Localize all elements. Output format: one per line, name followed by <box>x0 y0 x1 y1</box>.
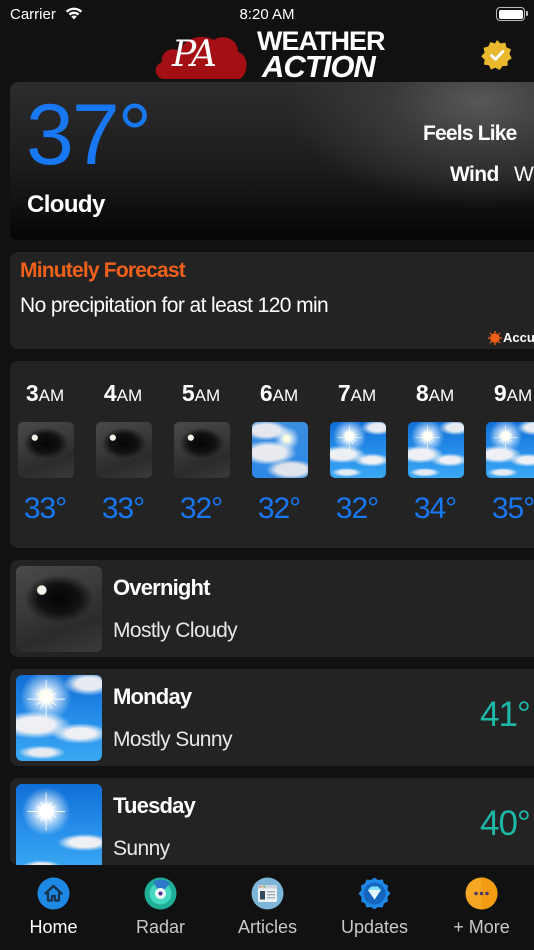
hour-ampm: AM <box>350 386 377 405</box>
logo-action-text: ACTION <box>262 49 376 84</box>
hour-ampm: AM <box>428 386 455 405</box>
accuweather-text: Accu <box>503 330 534 345</box>
daily-forecast-item[interactable]: Overnight Mostly Cloudy <box>10 560 534 657</box>
day-description: Mostly Cloudy <box>113 619 238 642</box>
minutely-message: No precipitation for at least 120 min <box>20 294 329 317</box>
hourly-item[interactable]: 9AM 35° <box>482 361 534 548</box>
tab-more[interactable]: + More <box>428 865 534 950</box>
hourly-item[interactable]: 7AM 32° <box>326 361 388 548</box>
sunny-clouds-weather-icon <box>16 675 102 761</box>
feels-like-label: Feels Like <box>423 122 517 145</box>
logo-monogram: PA <box>172 34 217 75</box>
day-description: Mostly Sunny <box>113 728 232 751</box>
articles-icon <box>251 877 284 910</box>
day-name: Tuesday <box>113 793 196 818</box>
hour-temperature: 33° <box>23 492 67 525</box>
hour-label: 6AM <box>248 380 310 407</box>
night-cloudy-weather-icon <box>16 566 102 652</box>
cloudy-sun-weather-icon <box>252 422 308 478</box>
wind-label: Wind <box>450 163 499 186</box>
day-name: Overnight <box>113 575 211 600</box>
clear-sunny-weather-icon <box>16 784 102 865</box>
hour-ampm: AM <box>506 386 533 405</box>
home-icon <box>37 877 70 910</box>
hourly-forecast-card[interactable]: 3AM 33° 4AM 33° 5AM 32° 6AM 32° 7AM 32° 8AM 34° 9AM 3… <box>10 361 534 548</box>
hourly-item[interactable]: 6AM 32° <box>248 361 310 548</box>
accuweather-sun-icon <box>488 331 502 345</box>
wind-value: W <box>514 163 534 186</box>
tab-updates[interactable]: Updates <box>321 865 428 950</box>
current-conditions-card[interactable]: 37° Cloudy Feels Like Wind W <box>10 82 534 240</box>
more-icon <box>465 877 498 910</box>
night-cloudy-weather-icon <box>18 422 74 478</box>
minutely-forecast-card[interactable]: Minutely Forecast No precipitation for a… <box>10 252 534 349</box>
minutely-title: Minutely Forecast <box>20 259 186 282</box>
hour-temperature: 35° <box>491 492 534 525</box>
tab-home-label: Home <box>29 917 78 937</box>
hour-number: 3 <box>25 380 39 406</box>
tab-home[interactable]: Home <box>0 865 107 950</box>
day-name: Monday <box>113 684 192 709</box>
hour-number: 8 <box>415 380 429 406</box>
hour-number: 6 <box>259 380 273 406</box>
hour-label: 8AM <box>404 380 466 407</box>
tab-articles[interactable]: Articles <box>214 865 321 950</box>
tab-radar[interactable]: Radar <box>107 865 214 950</box>
hour-label: 4AM <box>92 380 154 407</box>
tab-updates-label: Updates <box>340 917 409 937</box>
hour-temperature: 33° <box>101 492 145 525</box>
app-header: PA WEATHER ACTION <box>0 28 534 82</box>
sunny-clouds-weather-icon <box>486 422 534 478</box>
app-logo[interactable]: PA WEATHER ACTION <box>154 28 385 84</box>
tab-more-label: + More <box>453 917 510 937</box>
hour-ampm: AM <box>38 386 65 405</box>
day-description: Sunny <box>113 837 170 860</box>
current-condition: Cloudy <box>27 191 105 218</box>
hour-temperature: 32° <box>335 492 379 525</box>
hourly-item[interactable]: 3AM 33° <box>14 361 76 548</box>
day-temperature: 41° <box>480 695 531 734</box>
hour-label: 9AM <box>482 380 534 407</box>
day-temperature: 40° <box>480 804 531 843</box>
sunny-clouds-weather-icon <box>330 422 386 478</box>
hour-number: 7 <box>337 380 351 406</box>
night-cloudy-weather-icon <box>174 422 230 478</box>
daily-forecast-item[interactable]: Monday Mostly Sunny 41° <box>10 669 534 766</box>
hour-number: 5 <box>181 380 195 406</box>
hour-temperature: 32° <box>179 492 223 525</box>
tab-radar-label: Radar <box>135 917 186 937</box>
hour-ampm: AM <box>272 386 299 405</box>
hour-ampm: AM <box>194 386 221 405</box>
accuweather-logo: Accu <box>488 330 534 346</box>
hour-ampm: AM <box>116 386 143 405</box>
tab-bar: Home Radar Articles Updates + More <box>0 865 534 950</box>
battery-icon <box>496 7 528 21</box>
verified-badge-icon[interactable] <box>481 39 513 71</box>
status-time: 8:20 AM <box>239 6 295 23</box>
hour-label: 5AM <box>170 380 232 407</box>
radar-icon <box>144 877 177 910</box>
status-bar: Carrier 8:20 AM <box>0 0 534 28</box>
hour-label: 3AM <box>14 380 76 407</box>
hourly-item[interactable]: 8AM 34° <box>404 361 466 548</box>
current-temperature: 37° <box>26 87 152 183</box>
hour-label: 7AM <box>326 380 388 407</box>
hour-number: 9 <box>493 380 507 406</box>
hourly-item[interactable]: 4AM 33° <box>92 361 154 548</box>
daily-forecast-item[interactable]: Tuesday Sunny 40° <box>10 778 534 865</box>
hourly-item[interactable]: 5AM 32° <box>170 361 232 548</box>
night-cloudy-weather-icon <box>96 422 152 478</box>
hour-temperature: 34° <box>413 492 457 525</box>
updates-diamond-icon <box>358 877 391 910</box>
tab-articles-label: Articles <box>237 917 297 937</box>
hour-temperature: 32° <box>257 492 301 525</box>
sunny-clouds-weather-icon <box>408 422 464 478</box>
hour-number: 4 <box>103 380 117 406</box>
